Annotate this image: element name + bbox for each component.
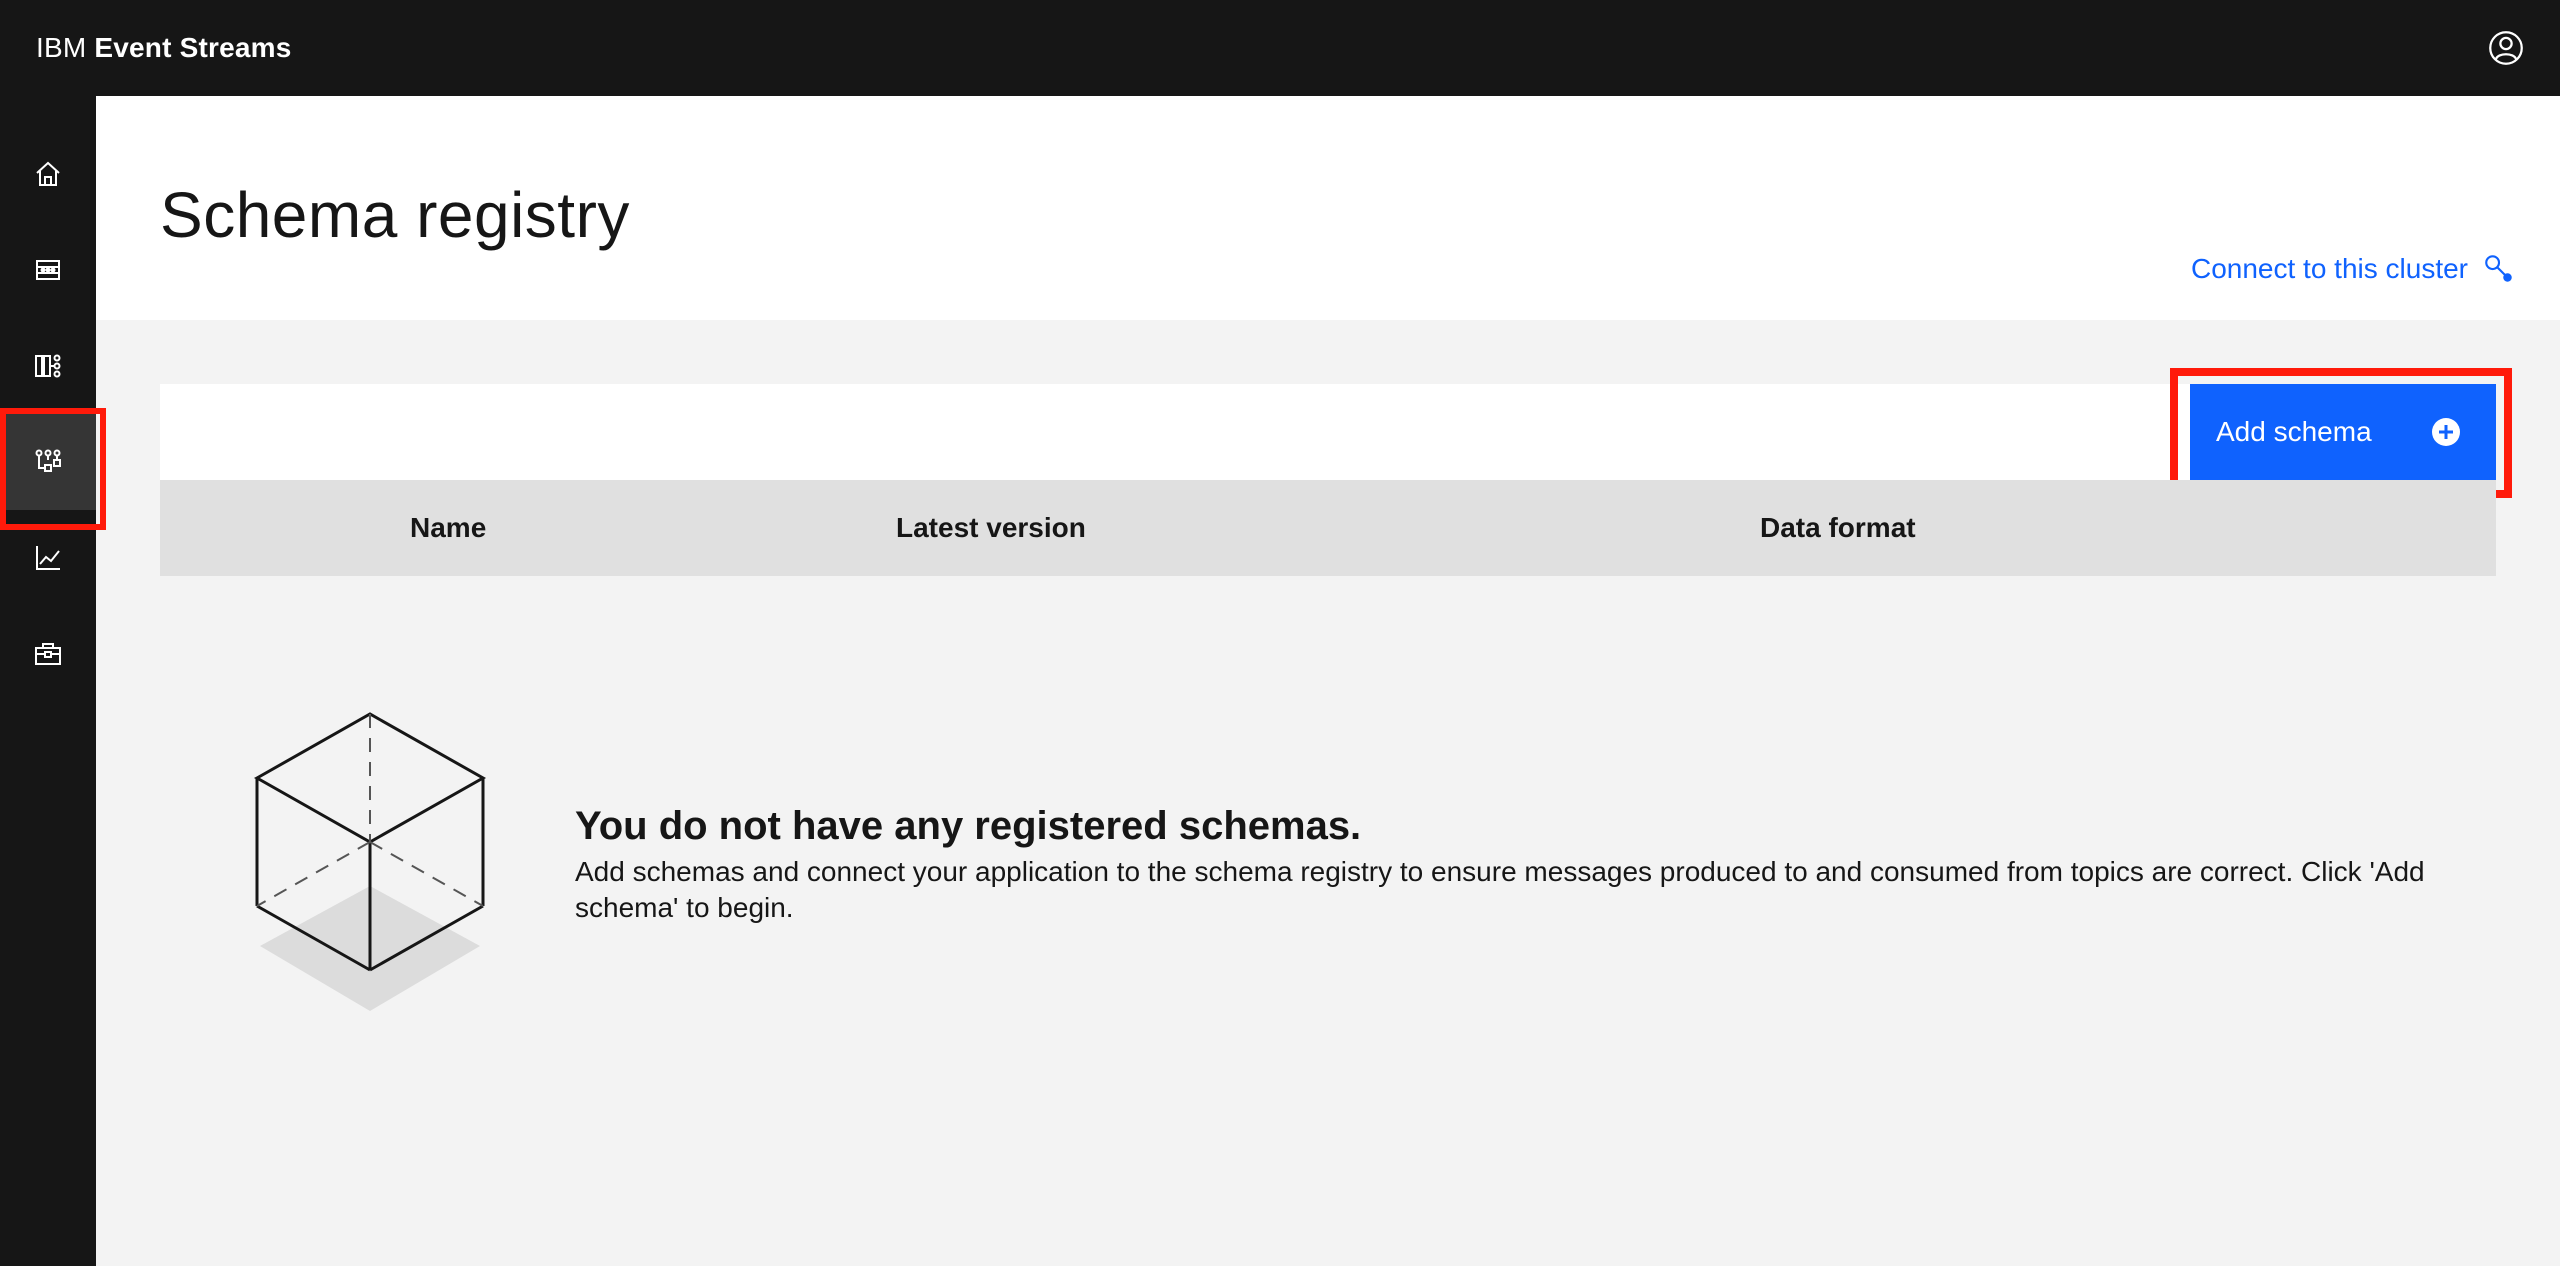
nav-consumer-groups[interactable] [0,318,96,414]
add-schema-button[interactable]: Add schema [2190,384,2496,480]
brand-prefix: IBM [36,32,87,63]
add-schema-label: Add schema [2216,416,2372,447]
user-profile-button[interactable] [2482,24,2530,72]
top-bar: IBM Event Streams [0,0,2560,96]
side-nav [0,96,96,1266]
connect-key-icon [2485,255,2512,282]
schema-registry-icon [35,449,61,472]
empty-state-title: You do not have any registered schemas. [575,804,1362,848]
nav-toolbox[interactable] [0,606,96,702]
connect-to-cluster-link[interactable]: Connect to this cluster [2191,252,2516,286]
table-toolbar [160,384,2496,480]
column-header-data-format[interactable]: Data format [1760,512,1916,544]
monitoring-chart-icon [36,546,60,570]
brand-name: Event Streams [94,32,292,63]
toolbox-icon [35,643,61,665]
nav-schema-registry[interactable] [0,414,96,510]
consumer-groups-icon [35,354,61,378]
column-header-latest-version[interactable]: Latest version [896,512,1086,544]
empty-state-description: Add schemas and connect your application… [575,856,2425,923]
home-icon [36,161,60,186]
nav-monitoring[interactable] [0,510,96,606]
nav-topics[interactable] [0,222,96,318]
table-header-row: Name Latest version Data format [160,480,2496,576]
page-header: Schema registry Connect to this cluster [96,96,2560,320]
column-header-name[interactable]: Name [410,512,486,544]
connect-link-label: Connect to this cluster [2190,253,2468,284]
empty-box-illustration [253,712,487,1011]
user-avatar-icon [2489,31,2523,65]
page-title: Schema registry [160,179,630,251]
nav-home[interactable] [0,126,96,222]
app-brand[interactable]: IBM Event Streams [36,32,292,64]
topics-icon [36,260,60,280]
add-circle-icon [2432,418,2460,446]
search-input[interactable] [160,384,2190,480]
